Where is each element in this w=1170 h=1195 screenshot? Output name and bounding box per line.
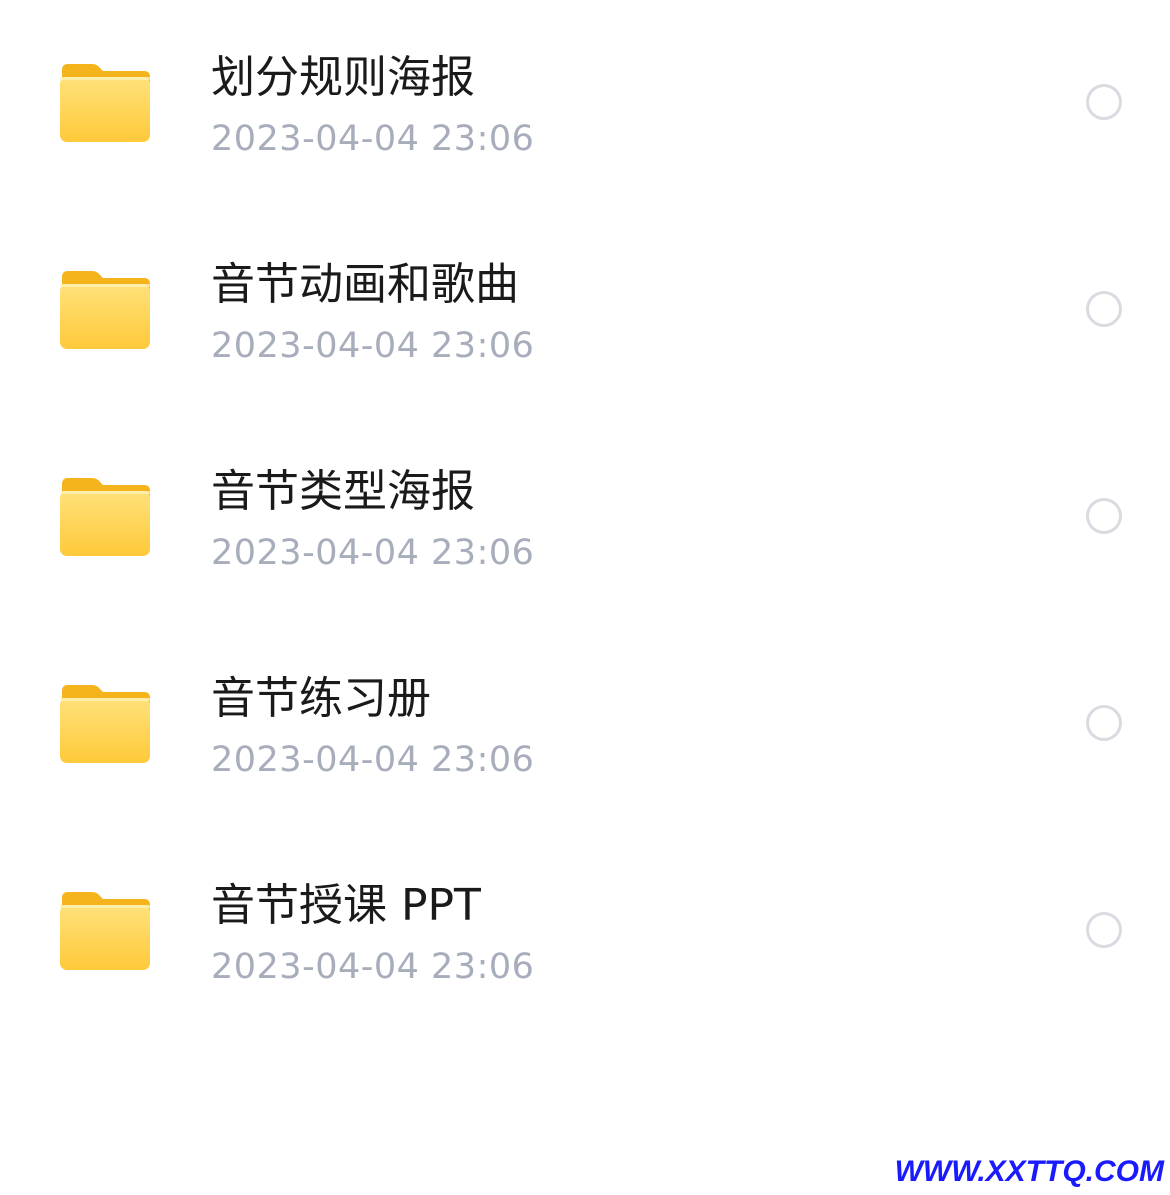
list-item[interactable]: 划分规则海报 2023-04-04 23:06: [0, 0, 1170, 207]
list-item[interactable]: 音节类型海报 2023-04-04 23:06: [0, 414, 1170, 621]
select-radio[interactable]: [1086, 84, 1122, 120]
list-item[interactable]: 音节授课 PPT 2023-04-04 23:06: [0, 828, 1170, 1035]
folder-icon: [58, 474, 152, 558]
watermark: WWW.XXTTQ.COM: [894, 1155, 1164, 1188]
file-name: 音节动画和歌曲: [211, 259, 519, 310]
select-radio[interactable]: [1086, 705, 1122, 741]
file-name: 音节授课 PPT: [211, 880, 481, 931]
folder-icon: [58, 681, 152, 765]
file-name: 音节练习册: [211, 673, 431, 724]
folder-icon: [58, 267, 152, 351]
file-date: 2023-04-04 23:06: [211, 326, 535, 366]
folder-icon: [58, 888, 152, 972]
list-item[interactable]: 音节练习册 2023-04-04 23:06: [0, 621, 1170, 828]
select-radio[interactable]: [1086, 291, 1122, 327]
file-date: 2023-04-04 23:06: [211, 533, 535, 573]
file-date: 2023-04-04 23:06: [211, 119, 535, 159]
file-name: 音节类型海报: [211, 466, 475, 517]
folder-icon: [58, 60, 152, 144]
select-radio[interactable]: [1086, 498, 1122, 534]
file-date: 2023-04-04 23:06: [211, 740, 535, 780]
list-item[interactable]: 音节动画和歌曲 2023-04-04 23:06: [0, 207, 1170, 414]
select-radio[interactable]: [1086, 912, 1122, 948]
file-date: 2023-04-04 23:06: [211, 947, 535, 987]
file-name: 划分规则海报: [211, 52, 475, 103]
